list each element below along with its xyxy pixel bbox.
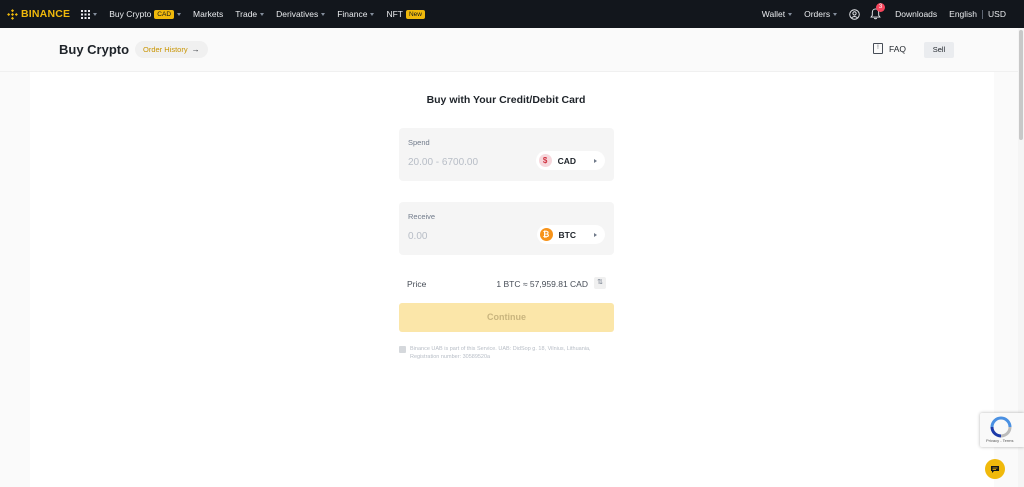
nav-finance-label: Finance xyxy=(337,9,368,19)
currency-badge: CAD xyxy=(154,9,175,19)
nav-orders[interactable]: Orders xyxy=(804,9,838,19)
nav-wallet-label: Wallet xyxy=(761,9,786,19)
binance-logo[interactable]: BINANCE xyxy=(7,8,70,20)
spend-currency-label: CAD xyxy=(557,155,576,166)
notification-count-badge: 3 xyxy=(876,3,886,12)
apps-grid-icon[interactable] xyxy=(81,9,98,19)
nav-finance[interactable]: Finance xyxy=(337,9,375,19)
language-currency-selector[interactable]: English USD xyxy=(949,9,1006,19)
spend-currency-selector[interactable]: $ CAD xyxy=(535,151,605,170)
page-title: Buy Crypto xyxy=(59,42,130,57)
sell-tab-button[interactable]: Sell xyxy=(924,42,954,58)
currency-label: USD xyxy=(988,9,1006,19)
info-icon xyxy=(399,346,406,353)
chevron-down-icon xyxy=(833,12,838,16)
price-row: Price 1 BTC ≈ 57,959.81 CAD ⇅ xyxy=(399,276,614,292)
recaptcha-badge[interactable]: Privacy - Terms xyxy=(980,413,1024,447)
divider xyxy=(982,9,984,19)
scrollbar-thumb[interactable] xyxy=(1019,30,1023,140)
faq-link[interactable]: ! FAQ xyxy=(873,43,906,54)
nav-trade-label: Trade xyxy=(235,9,258,19)
notifications-button[interactable]: 3 xyxy=(870,3,886,20)
nav-trade[interactable]: Trade xyxy=(235,9,265,19)
receive-currency-selector[interactable]: ₿ BTC xyxy=(536,225,605,244)
recaptcha-links: Privacy - Terms xyxy=(986,438,1014,443)
chevron-down-icon xyxy=(260,12,265,16)
dollar-icon: $ xyxy=(538,154,552,167)
receive-currency-label: BTC xyxy=(558,229,576,240)
chat-support-button[interactable] xyxy=(985,459,1005,479)
spend-label: Spend xyxy=(408,138,430,147)
nav-buy-crypto-label: Buy Crypto xyxy=(109,9,152,19)
new-badge: New xyxy=(405,9,425,19)
profile-button[interactable] xyxy=(849,8,860,20)
nav-nft[interactable]: NFT New xyxy=(386,9,425,19)
nav-orders-label: Orders xyxy=(804,9,831,19)
chevron-down-icon xyxy=(177,12,182,16)
bitcoin-icon: ₿ xyxy=(539,228,553,241)
card-title: Buy with Your Credit/Debit Card xyxy=(426,94,586,106)
chevron-down-icon xyxy=(321,12,326,16)
nav-downloads[interactable]: Downloads xyxy=(895,9,937,19)
disclaimer-text: Binance UAB is part of this Service. UAB… xyxy=(410,346,591,360)
continue-button[interactable]: Continue xyxy=(399,303,614,332)
price-label: Price xyxy=(407,279,427,289)
order-history-button[interactable]: Order History → xyxy=(135,41,208,58)
recaptcha-icon xyxy=(990,416,1012,438)
swap-icon[interactable]: ⇅ xyxy=(594,277,606,289)
arrow-right-icon: → xyxy=(191,45,200,54)
nav-markets-label: Markets xyxy=(193,9,224,19)
chevron-down-icon xyxy=(370,12,375,16)
nav-derivatives[interactable]: Derivatives xyxy=(276,9,326,19)
language-label: English xyxy=(949,9,978,19)
nav-buy-crypto[interactable]: Buy Crypto CAD xyxy=(109,9,182,19)
page-margin-left xyxy=(0,72,30,487)
receive-amount-input[interactable]: 0.00 xyxy=(408,231,427,242)
price-value: 1 BTC ≈ 57,959.81 CAD xyxy=(496,279,588,289)
top-navigation-bar: BINANCE Buy Crypto CAD Markets Trade Der… xyxy=(0,0,1024,28)
chat-icon xyxy=(991,465,999,473)
chevron-right-icon xyxy=(594,232,597,237)
chevron-right-icon xyxy=(594,158,597,163)
user-icon xyxy=(849,8,860,20)
help-document-icon: ! xyxy=(873,43,883,54)
logo-text: BINANCE xyxy=(21,8,71,20)
nav-nft-label: NFT xyxy=(386,9,403,19)
faq-label: FAQ xyxy=(889,43,907,54)
nav-markets[interactable]: Markets xyxy=(193,9,223,19)
nav-downloads-label: Downloads xyxy=(895,9,938,19)
chevron-down-icon xyxy=(93,12,98,16)
chevron-down-icon xyxy=(788,12,793,16)
receive-label: Receive xyxy=(408,212,436,221)
spend-field: Spend 20.00 - 6700.00 $ CAD xyxy=(399,128,614,181)
order-history-label: Order History xyxy=(143,45,188,54)
nav-wallet[interactable]: Wallet xyxy=(761,9,793,19)
binance-logo-icon xyxy=(7,8,18,20)
spend-amount-input[interactable]: 20.00 - 6700.00 xyxy=(408,157,478,168)
nav-right-group: Wallet Orders 3 Downloads English USD xyxy=(762,0,1024,28)
receive-field: Receive 0.00 ₿ BTC xyxy=(399,202,614,255)
page-header: Buy Crypto Order History → ! FAQ Sell xyxy=(0,28,1024,72)
nav-derivatives-label: Derivatives xyxy=(276,9,319,19)
